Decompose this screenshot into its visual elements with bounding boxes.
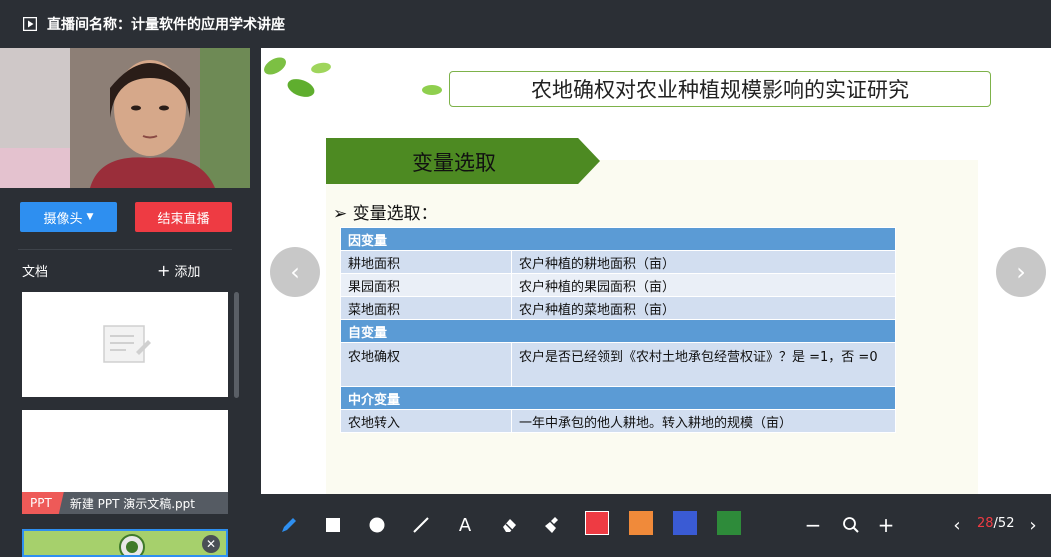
plus-icon: +: [157, 261, 171, 280]
eraser-icon: [503, 519, 516, 532]
arrow-bullet-icon: ➢: [333, 204, 348, 224]
previous-page-button[interactable]: ‹: [947, 514, 967, 536]
title-bar: 直播间名称：计量软件的应用学术讲座: [0, 0, 1051, 48]
line-icon: [413, 517, 429, 533]
documents-label: 文档: [22, 265, 49, 280]
chevron-left-icon: ‹: [953, 514, 961, 536]
color-swatch-red[interactable]: [585, 511, 609, 535]
table-row: 耕地面积 农户种植的耕地面积（亩）: [340, 250, 896, 274]
table-section-header: 自变量: [340, 319, 896, 343]
slide-stage: 农地确权对农业种植规模影响的实证研究 变量选取 ➢ 变量选取： 因变量 耕地面积…: [261, 48, 1051, 494]
window-title: 直播间名称：计量软件的应用学术讲座: [47, 17, 285, 33]
color-swatch-green[interactable]: [717, 511, 741, 535]
ppt-file-bar: PPT 新建 PPT 演示文稿.ppt: [22, 492, 228, 514]
rectangle-tool[interactable]: [323, 515, 343, 535]
camera-button[interactable]: 摄像头 ▼: [20, 202, 117, 232]
close-icon[interactable]: ✕: [202, 535, 220, 553]
zoom-out-button[interactable]: −: [803, 513, 823, 537]
table-cell: 果园面积: [340, 273, 512, 297]
table-cell: 农户种植的耕地面积（亩）: [511, 250, 896, 274]
leaf-decoration-icon: [422, 85, 442, 95]
current-page: 28: [977, 516, 994, 531]
sidebar-scrollbar[interactable]: [234, 292, 239, 398]
divider: [18, 249, 232, 250]
table-row: 菜地面积 农户种植的菜地面积（亩）: [340, 296, 896, 320]
add-document-label: 添加: [174, 265, 201, 280]
previous-slide-button[interactable]: ‹: [270, 247, 320, 297]
table-cell: 一年中承包的他人耕地。转入耕地的规模（亩）: [511, 409, 896, 433]
variables-table: 因变量 耕地面积 农户种植的耕地面积（亩） 果园面积 农户种植的果园面积（亩） 菜地…: [340, 227, 896, 433]
zoom-reset-button[interactable]: [841, 515, 861, 535]
table-cell: 因变量: [340, 227, 896, 251]
minus-icon: −: [804, 513, 822, 537]
add-document-button[interactable]: + 添加: [157, 261, 201, 281]
slide-thumbnail-selected[interactable]: ✕: [22, 529, 228, 557]
table-cell: 农户种植的果园面积（亩）: [511, 273, 896, 297]
camera-feed-image: [0, 48, 250, 188]
color-swatch-blue[interactable]: [673, 511, 697, 535]
bullet-heading: ➢ 变量选取：: [333, 199, 438, 224]
chevron-right-icon: ›: [1029, 514, 1037, 536]
table-row: 农地转入 一年中承包的他人耕地。转入耕地的规模（亩）: [340, 409, 896, 433]
clear-tool[interactable]: [543, 515, 563, 535]
camera-button-label: 摄像头: [43, 211, 83, 227]
table-row: 农地确权 农户是否已经领到《农村土地承包经营权证》？是 =1，否 =0: [340, 342, 896, 387]
camera-preview: [0, 48, 250, 188]
table-cell: 农户是否已经领到《农村土地承包经营权证》？是 =1，否 =0: [511, 342, 896, 387]
next-slide-button[interactable]: ›: [996, 247, 1046, 297]
table-row: 果园面积 农户种植的果园面积（亩）: [340, 273, 896, 297]
end-live-button[interactable]: 结束直播: [135, 202, 232, 232]
text-icon: A: [458, 514, 472, 536]
document-thumbnail[interactable]: [22, 292, 228, 397]
table-cell: 中介变量: [340, 386, 896, 410]
next-page-button[interactable]: ›: [1023, 514, 1043, 536]
table-section-header: 中介变量: [340, 386, 896, 410]
magnifier-icon: [843, 517, 859, 533]
section-banner: 变量选取: [326, 138, 600, 184]
pen-tool[interactable]: [279, 515, 299, 535]
table-cell: 耕地面积: [340, 250, 512, 274]
chevron-down-icon: ▼: [86, 212, 94, 222]
bullet-text: 变量选取：: [352, 204, 438, 224]
total-pages: /52: [993, 516, 1015, 531]
rectangle-icon: [326, 518, 340, 532]
pen-icon: [282, 518, 296, 532]
document-placeholder-icon: [103, 325, 151, 363]
table-cell: 农地确权: [340, 342, 512, 387]
color-swatch-orange[interactable]: [629, 511, 653, 535]
whiteboard-toolbar: A − + ‹ 28/52 ›: [261, 494, 1051, 557]
line-tool[interactable]: [411, 515, 431, 535]
table-cell: 农地转入: [340, 409, 512, 433]
table-cell: 自变量: [340, 319, 896, 343]
slide-thumbnail-image: [24, 531, 226, 555]
chevron-right-icon: ›: [1016, 258, 1026, 286]
text-tool[interactable]: A: [455, 514, 475, 536]
table-cell: 农户种植的菜地面积（亩）: [511, 296, 896, 320]
page-indicator: 28/52: [977, 516, 1014, 531]
live-room-icon: [23, 17, 37, 31]
zoom-in-button[interactable]: +: [876, 513, 896, 537]
document-thumbnail-ppt[interactable]: PPT 新建 PPT 演示文稿.ppt: [22, 410, 228, 514]
leaf-decoration-icon: [264, 57, 331, 97]
table-section-header: 因变量: [340, 227, 896, 251]
ppt-tag: PPT: [22, 492, 64, 514]
eraser-tool[interactable]: [499, 515, 519, 535]
plus-icon: +: [877, 513, 895, 537]
ppt-filename: 新建 PPT 演示文稿.ppt: [69, 496, 195, 511]
section-title: 变量选取: [412, 151, 496, 175]
sidebar: 摄像头 ▼ 结束直播 文档 + 添加 PPT 新建 PPT 演示文稿.ppt ✕: [0, 48, 250, 557]
slide-title: 农地确权对农业种植规模影响的实证研究: [449, 71, 991, 107]
chevron-left-icon: ‹: [290, 258, 300, 286]
circle-tool[interactable]: [367, 515, 387, 535]
circle-icon: [369, 517, 385, 533]
broom-icon: [545, 517, 558, 533]
table-cell: 菜地面积: [340, 296, 512, 320]
